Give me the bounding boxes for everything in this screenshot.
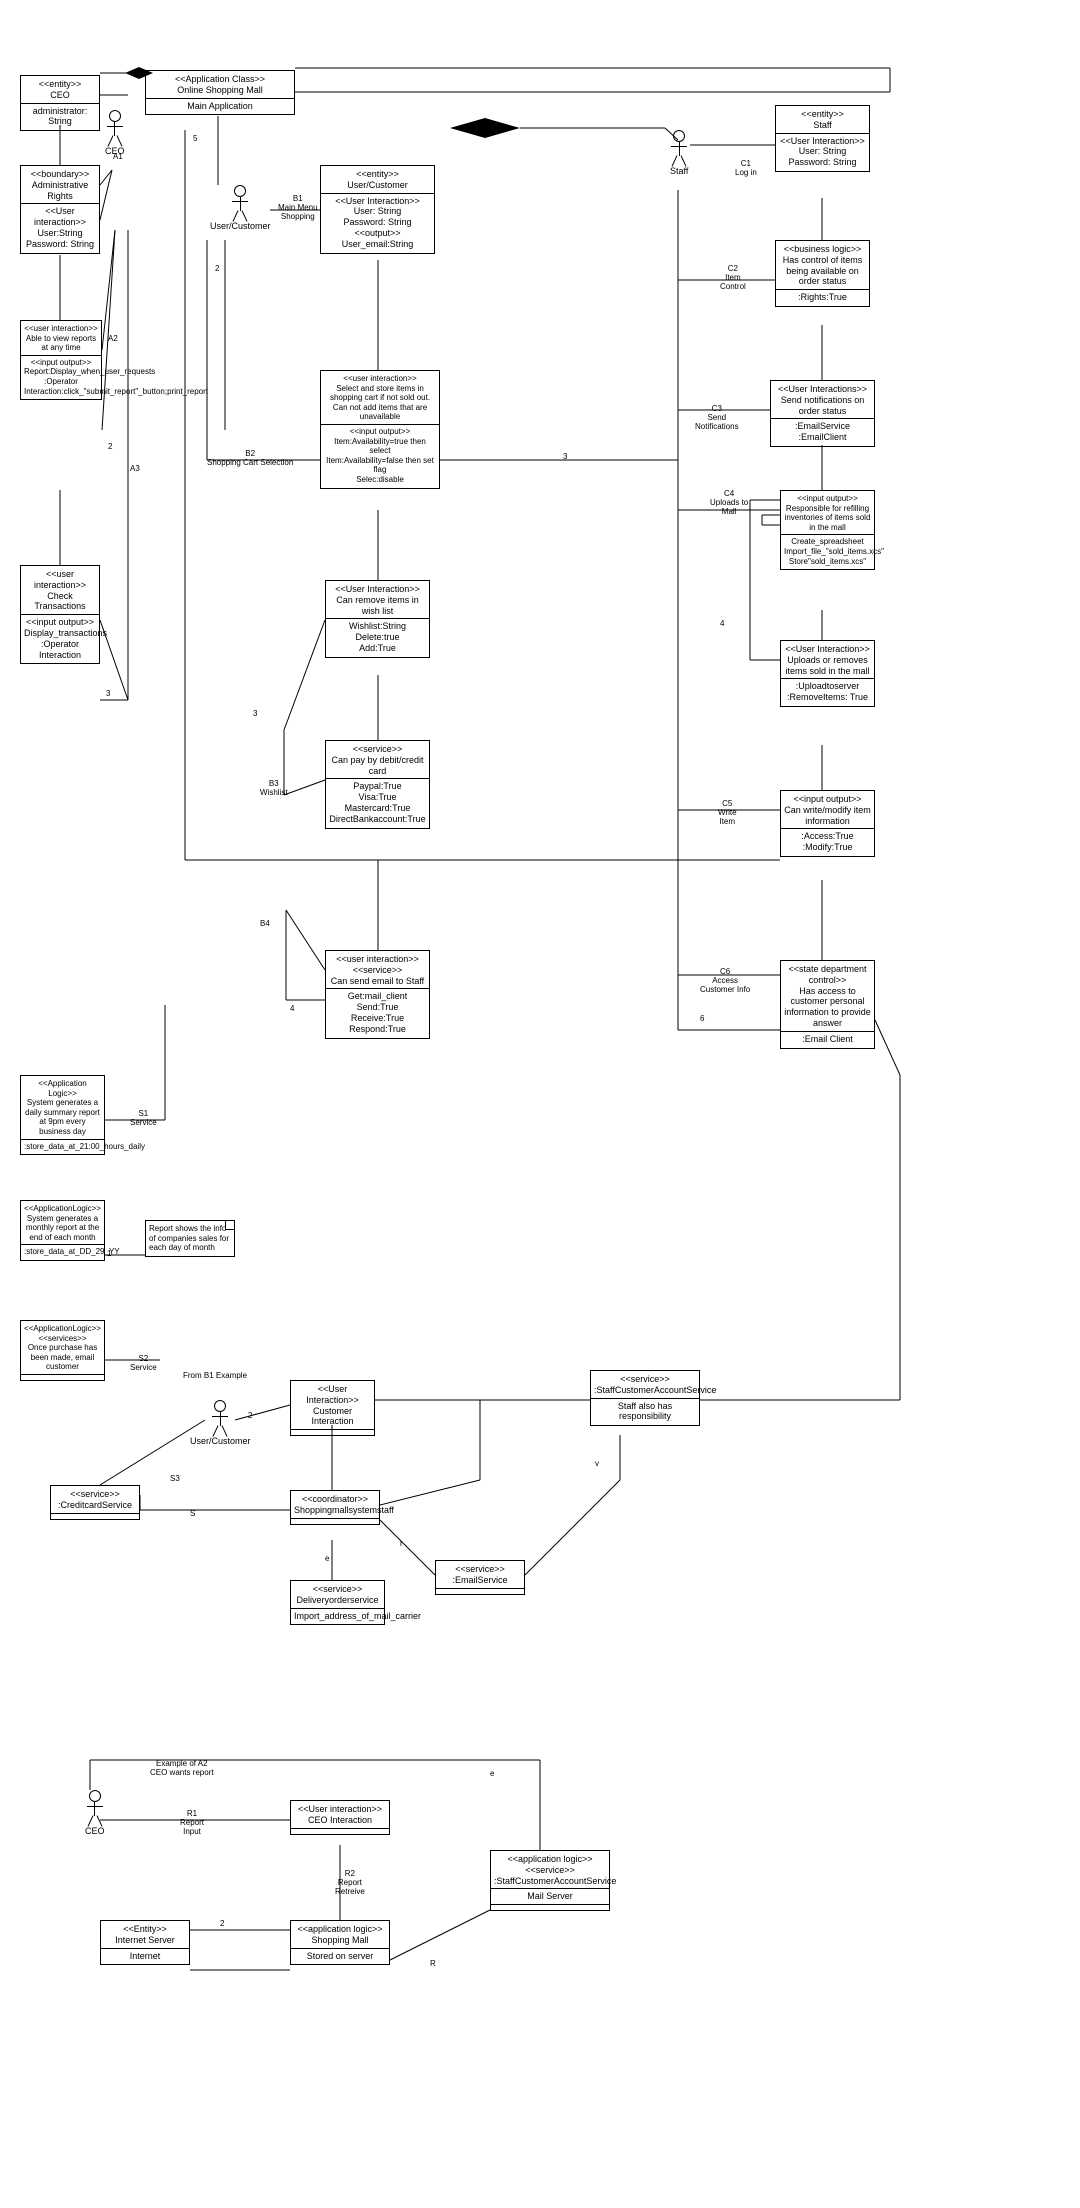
monthly-report: <<ApplicationLogic>>System generates a m… [20, 1200, 105, 1261]
label-c31: 3 [563, 453, 567, 462]
view-reports: <<user interaction>>Able to view reports… [20, 320, 102, 400]
label-a1: A1 [113, 153, 123, 162]
send-notif: <<User Interactions>>Send notifications … [770, 380, 875, 447]
ceo-actor: CEO [105, 110, 125, 156]
label-examplea2: Example of A2 CEO wants report [150, 1760, 214, 1778]
delivery: <<service>>DeliveryorderserviceImport_ad… [290, 1580, 385, 1625]
label-b41: 4 [290, 1005, 294, 1014]
label-c4: C4 Uploads to Mall [710, 490, 748, 516]
label-r2: R2 Report Retreive [335, 1870, 365, 1896]
email-service: <<service>>:EmailService [435, 1560, 525, 1595]
label-s3: S3 [170, 1475, 180, 1484]
admin-rights: <<boundary>>Administrative Rights<<User … [20, 165, 100, 254]
label-s24: e [325, 1555, 329, 1564]
staff-actor: Staff [670, 130, 688, 176]
app-class: <<Application Class>>Online Shopping Mal… [145, 70, 295, 115]
modify: <<input output>>Can write/modify item in… [780, 790, 875, 857]
label-s11: 1 [107, 1250, 111, 1259]
label-b4: B4 [260, 920, 270, 929]
report-note: Report shows the info of companies sales… [145, 1220, 235, 1257]
label-r24: e [490, 1770, 494, 1779]
dept-control: <<state department control>>Has access t… [780, 960, 875, 1049]
label-r23: R [430, 1960, 436, 1969]
label-s23: S [190, 1510, 195, 1519]
label-r21: 2 [220, 1920, 224, 1929]
wishlist: <<User Interaction>>Can remove items in … [325, 580, 430, 658]
label-a31: 3 [106, 690, 110, 699]
uploads: <<User Interaction>>Uploads or removes i… [780, 640, 875, 707]
payment: <<service>>Can pay by debit/credit cardP… [325, 740, 430, 829]
label-s2: S2 Service [130, 1355, 157, 1373]
label-c6: C6 Access Customer Info [700, 968, 750, 994]
label-a2: A2 [108, 335, 118, 344]
shopping-mall-staff: <<coordinator>>Shoppingmallsystemstaff [290, 1490, 380, 1525]
staff-entity: <<entity>>Staff<<User Interaction>>User:… [775, 105, 870, 172]
user-actor: User/Customer [210, 185, 271, 231]
label-c61: 6 [700, 1015, 704, 1024]
label-c3: C3 Send Notifications [695, 405, 739, 431]
label-s26: v [595, 1460, 599, 1469]
label-c1: C1 Log in [735, 160, 757, 178]
internet-server: <<Entity>>Internet ServerInternet [100, 1920, 190, 1965]
item-control: <<business logic>>Has control of items b… [775, 240, 870, 307]
label-c51: 5 [193, 135, 197, 144]
shopping-mall: <<application logic>>Shopping MallStored… [290, 1920, 390, 1965]
label-b31: 3 [253, 710, 257, 719]
label-b2: B2 Shopping Cart Selection [207, 450, 293, 468]
label-s1: S1 Service [130, 1110, 157, 1128]
label-r1: R1 Report Input [180, 1810, 204, 1836]
label-a3: A3 [130, 465, 140, 474]
diamond-left [125, 67, 153, 79]
select-store: <<user interaction>>Select and store ite… [320, 370, 440, 489]
label-s25: r [400, 1540, 403, 1549]
label-c41: 4 [720, 620, 724, 629]
user-actor-2: User/Customer [190, 1400, 251, 1446]
label-s21: 2 [248, 1412, 252, 1421]
label-b1: B1 Main Menu Shopping [278, 195, 318, 221]
label-b21: 2 [215, 265, 219, 274]
staff-account: <<service>>:StaffCustomerAccountServiceS… [590, 1370, 700, 1426]
daily-report: <<Application Logic>>System generates a … [20, 1075, 105, 1155]
diamond-center [450, 118, 520, 138]
user-customer: <<entity>>User/Customer<<User Interactio… [320, 165, 435, 254]
label-c5: C5 Write Item [718, 800, 737, 826]
purchase-email: <<ApplicationLogic>> <<services>>Once pu… [20, 1320, 105, 1381]
label-b3: B3 Wishlist [260, 780, 288, 798]
label-a21: 2 [108, 443, 112, 452]
ceo-interaction: <<User interaction>>CEO Interaction [290, 1800, 390, 1835]
mail-server: <<application logic>> <<service>>:StaffC… [490, 1850, 610, 1911]
refill: <<input output>>Responsible for refillin… [780, 490, 875, 570]
ceo-entity: <<entity>>CEOadministrator: String [20, 75, 100, 131]
credit-card: <<service>>:CreditcardService [50, 1485, 140, 1520]
cust-interaction: <<User Interaction>>Customer Interaction [290, 1380, 375, 1436]
ceo-actor-2: CEO [85, 1790, 105, 1836]
check-trans: <<user interaction>>Check Transactions<<… [20, 565, 100, 664]
label-fromb1: From B1 Example [183, 1372, 247, 1381]
label-c2: C2 Item Control [720, 265, 746, 291]
email-staff: <<user interaction>><<service>>Can send … [325, 950, 430, 1039]
